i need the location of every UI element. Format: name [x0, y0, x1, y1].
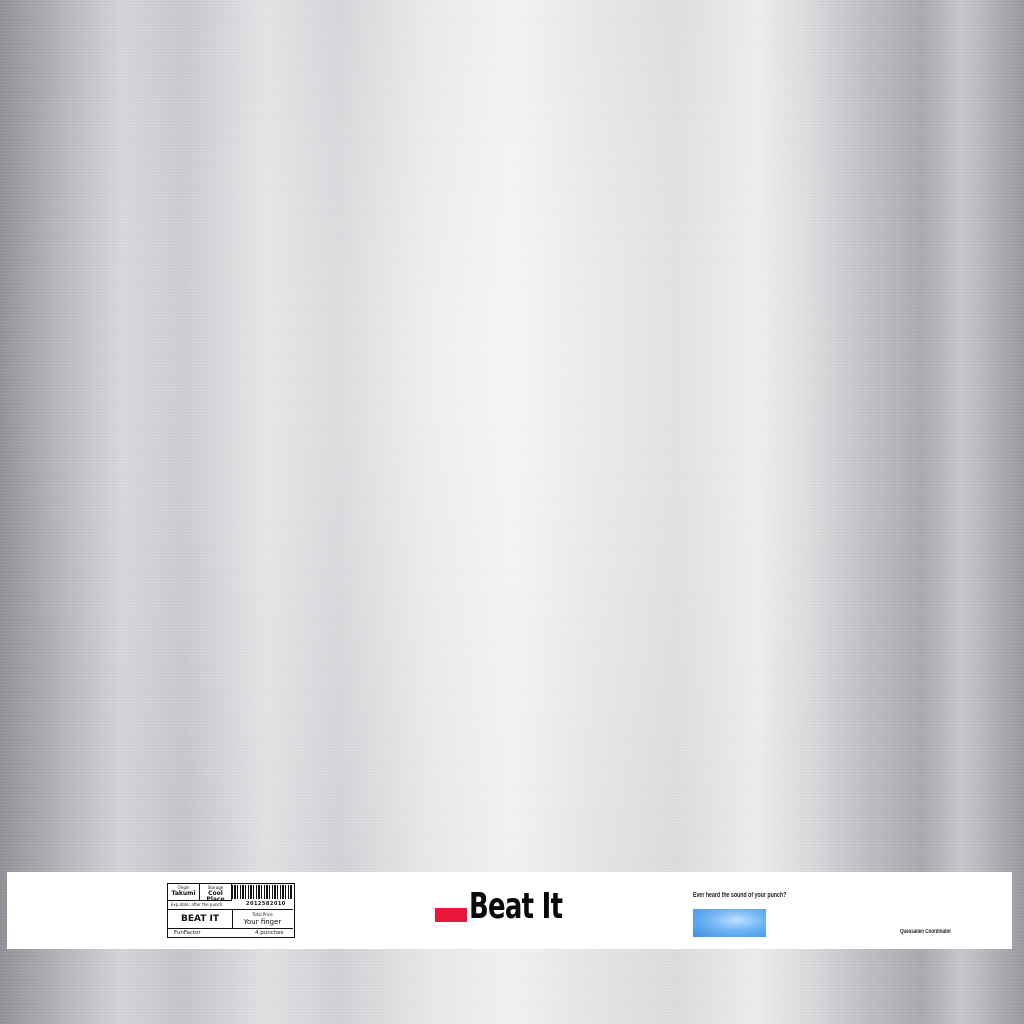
label-origin-storage-row: Origin Takumi Storage Cool Place [168, 884, 232, 903]
label-fun-row: FunFactor 4 punches [168, 929, 293, 938]
product-label: Origin Takumi Storage Cool Place Exp.dat… [167, 883, 295, 938]
sky-image [693, 909, 766, 937]
credit-text: Quessalien Coordinator [900, 929, 952, 935]
fun-factor-value: 4 punches [255, 930, 284, 936]
label-exp-row: Exp.date: after the punch 2012582010 [168, 900, 293, 910]
fun-factor-key: FunFactor [174, 930, 201, 936]
exp-date: Exp.date: after the punch [171, 902, 223, 907]
beat-it-logo: Beat It [469, 886, 563, 927]
storage-cell: Storage Cool Place [200, 884, 232, 903]
barcode-number: 2012582010 [246, 901, 286, 907]
logo-red-bar [435, 908, 467, 922]
origin-cell: Origin Takumi [168, 884, 200, 900]
banner-strip: Origin Takumi Storage Cool Place Exp.dat… [7, 872, 1012, 949]
tagline: Ever heard the sound of your punch? [693, 892, 787, 899]
barcode-graphic [232, 885, 292, 899]
total-price-key: Total Price [252, 912, 273, 917]
metal-sheen [0, 0, 1024, 1024]
total-price-value: Your finger [243, 918, 282, 926]
origin-value: Takumi [171, 890, 196, 897]
label-name-row: BEAT IT Total Price Your finger [168, 910, 293, 929]
product-name: BEAT IT [168, 910, 233, 928]
